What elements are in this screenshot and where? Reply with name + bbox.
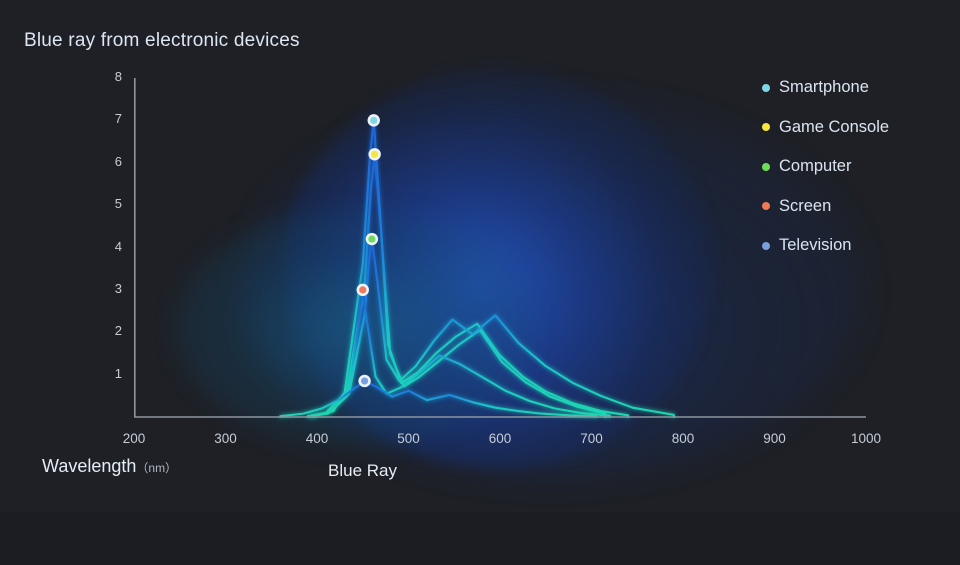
y-axis-tick-label: 1 bbox=[114, 365, 122, 381]
y-axis-tick-label: 7 bbox=[114, 111, 122, 127]
chart-screenshot: Blue ray from electronic devices 8 7 6 5… bbox=[0, 0, 960, 565]
x-axis-tick-label: 300 bbox=[214, 431, 237, 446]
series-caption: Blue Ray bbox=[328, 461, 397, 480]
y-axis-tick-label: 4 bbox=[114, 238, 122, 254]
legend-item-label: Computer bbox=[779, 157, 852, 176]
page-title: Blue ray from electronic devices bbox=[24, 30, 300, 51]
y-axis-tick-label: 6 bbox=[114, 153, 122, 169]
x-axis-tick-label: 700 bbox=[580, 431, 603, 446]
legend-color-swatch-icon bbox=[762, 123, 770, 132]
x-axis-tick-label: 1000 bbox=[850, 431, 882, 446]
y-axis-tick-label: 3 bbox=[114, 280, 122, 296]
legend-item-game-console[interactable]: Game Console bbox=[762, 108, 952, 148]
legend-color-swatch-icon bbox=[762, 83, 770, 92]
legend-color-swatch-icon bbox=[762, 162, 770, 171]
x-axis-tick-label: 900 bbox=[763, 431, 786, 446]
x-axis-tick-label: 800 bbox=[671, 431, 695, 446]
legend-item-label: Smartphone bbox=[779, 78, 869, 97]
x-axis-title-text: Wavelength bbox=[42, 456, 137, 476]
chart-legend: Smartphone Game Console Computer Screen Tele… bbox=[762, 68, 952, 266]
legend-color-swatch-icon bbox=[762, 241, 770, 250]
x-axis-tick-label: 200 bbox=[122, 431, 146, 446]
x-axis-unit: （nm） bbox=[136, 461, 178, 475]
legend-item-label: Game Console bbox=[779, 117, 890, 136]
legend-item-screen[interactable]: Screen bbox=[762, 187, 952, 227]
y-axis-tick-label: 2 bbox=[114, 323, 122, 339]
x-axis-tick-label: 600 bbox=[488, 431, 512, 446]
legend-item-computer[interactable]: Computer bbox=[762, 147, 952, 187]
legend-color-swatch-icon bbox=[762, 202, 770, 211]
x-axis-tick-label: 500 bbox=[397, 431, 420, 446]
x-axis-title: Wavelength（nm） bbox=[42, 456, 177, 477]
legend-item-television[interactable]: Television bbox=[762, 226, 952, 266]
y-axis-tick-label: 8 bbox=[114, 69, 122, 84]
plot-area bbox=[134, 68, 866, 478]
legend-item-label: Screen bbox=[779, 196, 832, 215]
background-panel-bottom bbox=[0, 512, 960, 565]
legend-item-label: Television bbox=[779, 236, 852, 255]
y-axis-tick-label: 5 bbox=[114, 196, 122, 212]
legend-item-smartphone[interactable]: Smartphone bbox=[762, 68, 952, 108]
x-axis-tick-label: 400 bbox=[305, 431, 329, 446]
